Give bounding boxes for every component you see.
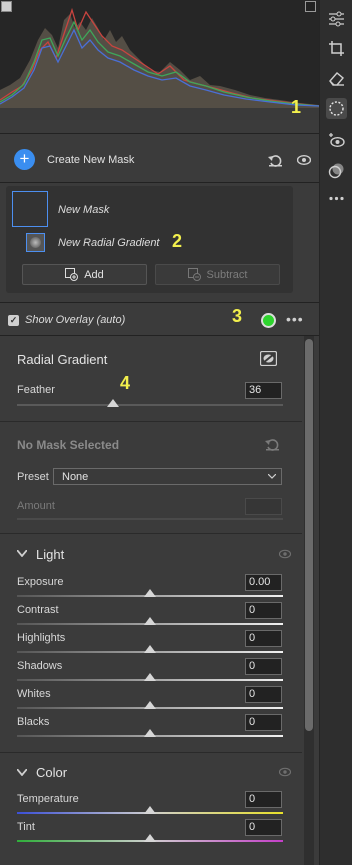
highlights-label: Highlights — [17, 632, 66, 644]
contrast-slider-knob[interactable] — [144, 617, 156, 625]
blacks-value[interactable]: 0 — [245, 714, 282, 731]
temperature-slider-knob[interactable] — [144, 806, 156, 814]
subtract-label: Subtract — [206, 268, 248, 281]
mask-thumbnail[interactable] — [12, 191, 48, 227]
preset-value: None — [62, 471, 89, 483]
tint-label: Tint — [17, 821, 35, 833]
highlights-slider-knob[interactable] — [144, 645, 156, 653]
tool-rail — [319, 0, 352, 865]
histogram — [0, 0, 319, 120]
subtract-mask-icon — [187, 268, 201, 281]
add-label: Add — [84, 268, 104, 281]
overlay-color-swatch[interactable] — [261, 313, 276, 328]
histogram-baseline — [0, 108, 319, 120]
blacks-slider-knob[interactable] — [144, 729, 156, 737]
shadow-clipping-toggle[interactable] — [1, 1, 12, 12]
preset-label: Preset — [17, 471, 49, 483]
temperature-value[interactable]: 0 — [245, 791, 282, 808]
color-section: Color Temperature 0 Tint 0 — [0, 753, 302, 865]
exposure-label: Exposure — [17, 576, 64, 588]
divider — [0, 302, 319, 303]
histogram-graph — [0, 7, 319, 108]
divider — [0, 182, 319, 183]
blacks-label: Blacks — [17, 716, 50, 728]
amount-slider[interactable] — [17, 518, 283, 520]
subtract-component-button[interactable]: Subtract — [155, 264, 280, 285]
no-mask-title: No Mask Selected — [17, 438, 120, 452]
exposure-slider-knob[interactable] — [144, 589, 156, 597]
chevron-down-icon[interactable] — [17, 550, 27, 557]
sliders-icon[interactable] — [326, 8, 347, 29]
whites-label: Whites — [17, 688, 51, 700]
invert-mask-icon[interactable] — [259, 349, 277, 367]
reset-icon[interactable] — [266, 151, 284, 169]
annotation-3: 3 — [232, 306, 243, 326]
amount-label: Amount — [17, 500, 55, 512]
exposure-value[interactable]: 0.00 — [245, 574, 282, 591]
feather-slider[interactable] — [17, 404, 283, 406]
radial-gradient-section: Radial Gradient Feather 36 — [0, 336, 302, 421]
create-mask-button[interactable]: + — [14, 149, 35, 170]
annotation-1: 1 — [291, 97, 302, 117]
eye-icon[interactable] — [295, 151, 313, 169]
light-section: Light Exposure 0.00 Contrast 0 Highlights 0 Sh… — [0, 534, 302, 752]
radial-gradient-thumbnail[interactable] — [26, 233, 45, 252]
eraser-icon[interactable] — [326, 68, 347, 89]
reset-sliders-icon[interactable] — [263, 435, 281, 453]
radial-gradient-name[interactable]: New Radial Gradient — [58, 237, 160, 249]
shadows-label: Shadows — [17, 660, 63, 672]
eye-icon[interactable] — [279, 548, 291, 560]
whites-slider-knob[interactable] — [144, 701, 156, 709]
add-mask-icon — [65, 268, 79, 281]
overlay-options-button[interactable]: ••• — [286, 311, 304, 327]
whites-value[interactable]: 0 — [245, 686, 282, 703]
mask-list: New Mask New Radial Gradient Add Subtrac… — [6, 186, 293, 293]
show-overlay-label[interactable]: Show Overlay (auto) — [25, 314, 125, 326]
highlight-clipping-toggle[interactable] — [305, 1, 316, 12]
redeye-icon[interactable] — [326, 130, 347, 151]
overlay-row: ✓ Show Overlay (auto) ••• — [0, 305, 319, 335]
light-title[interactable]: Light — [36, 547, 64, 562]
color-title[interactable]: Color — [36, 765, 67, 780]
mask-header: + Create New Mask — [0, 134, 319, 182]
show-overlay-checkbox[interactable]: ✓ — [8, 315, 19, 326]
scrollbar-thumb[interactable] — [305, 339, 313, 731]
feather-slider-knob[interactable] — [106, 399, 119, 407]
contrast-label: Contrast — [17, 604, 59, 616]
add-component-button[interactable]: Add — [22, 264, 147, 285]
preset-dropdown[interactable]: None — [53, 468, 282, 485]
highlights-value[interactable]: 0 — [245, 630, 282, 647]
feather-value[interactable]: 36 — [245, 382, 282, 399]
shadows-value[interactable]: 0 — [245, 658, 282, 675]
tint-value[interactable]: 0 — [245, 819, 282, 836]
radial-gradient-title: Radial Gradient — [17, 352, 108, 367]
chevron-down-icon — [268, 474, 276, 479]
mask-name[interactable]: New Mask — [58, 204, 109, 216]
more-icon[interactable] — [326, 188, 347, 209]
annotation-4: 4 — [120, 373, 131, 393]
annotation-2: 2 — [172, 231, 183, 251]
no-mask-section: No Mask Selected Preset None Amount — [0, 422, 302, 532]
feather-label: Feather — [17, 384, 55, 396]
radial-gradient-icon — [30, 237, 41, 248]
panel-scrollbar[interactable] — [304, 336, 314, 865]
shadows-slider-knob[interactable] — [144, 673, 156, 681]
presets-icon[interactable] — [326, 160, 347, 181]
contrast-value[interactable]: 0 — [245, 602, 282, 619]
mask-header-title: Create New Mask — [47, 154, 135, 166]
eye-icon[interactable] — [279, 766, 291, 778]
chevron-down-icon[interactable] — [17, 769, 27, 776]
tint-slider-knob[interactable] — [144, 834, 156, 842]
masking-icon[interactable] — [326, 98, 347, 119]
temperature-label: Temperature — [17, 793, 79, 805]
crop-icon[interactable] — [326, 38, 347, 59]
amount-value[interactable] — [245, 498, 282, 515]
